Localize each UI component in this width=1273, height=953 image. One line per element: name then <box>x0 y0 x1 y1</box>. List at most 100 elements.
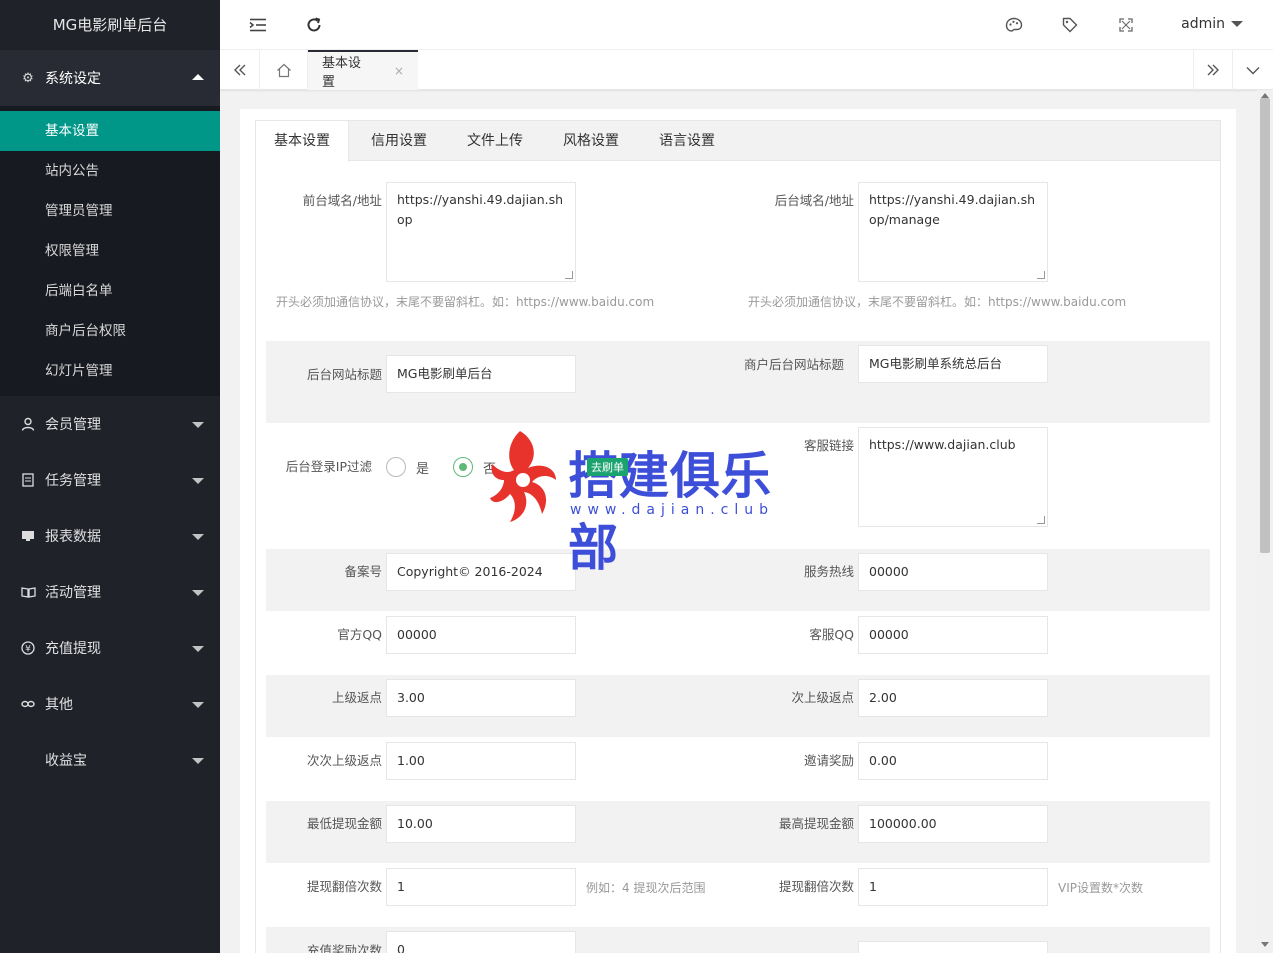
page-tab-bar: 基本设置 × <box>220 50 1273 90</box>
settings-tabs: 基本设置 信用设置 文件上传 风格设置 语言设置 <box>256 121 1220 162</box>
nav-reports[interactable]: 报表数据 <box>0 508 220 564</box>
svg-text:¥: ¥ <box>25 645 31 655</box>
radio-circle-selected <box>453 457 473 477</box>
sidebar-item-permissions[interactable]: 权限管理 <box>0 231 220 271</box>
radio-circle <box>386 457 406 477</box>
official-qq-input[interactable]: 00000 <box>386 616 576 654</box>
watermark-badge: 去刷单 <box>587 458 628 476</box>
nav-other[interactable]: 其他 <box>0 676 220 732</box>
nav-label: 充值提现 <box>45 641 101 657</box>
min-withdraw-label: 最低提现金额 <box>306 816 382 831</box>
nav-recharge-withdraw[interactable]: ¥ 充值提现 <box>0 620 220 676</box>
max-withdraw-input[interactable]: 100000.00 <box>858 805 1048 843</box>
front-domain-label: 前台域名/地址 <box>302 193 382 208</box>
withdraw-double-row: 提现翻倍次数 1 例如：4 提现次后范围 提现翻倍次数 1 VIP设置数*次数 <box>266 863 1210 927</box>
nav-label: 报表数据 <box>45 529 101 545</box>
menu-toggle-icon[interactable] <box>248 15 268 35</box>
nav-tasks[interactable]: 任务管理 <box>0 452 220 508</box>
chevron-up-icon <box>192 74 204 80</box>
level2-rebate-label: 次上级返点 <box>791 690 854 705</box>
watermark: 搭建俱乐部 www.dajian.club 去刷单 <box>490 428 790 577</box>
withdraw-double-label: 提现翻倍次数 <box>306 879 382 894</box>
user-name: admin <box>1181 16 1225 32</box>
chevron-down-icon <box>192 422 204 428</box>
ip-filter-yes-radio[interactable]: 是 <box>386 457 429 477</box>
nav-members[interactable]: 会员管理 <box>0 396 220 452</box>
front-domain-input[interactable]: https://yanshi.49.dajian.shop <box>386 182 576 282</box>
withdraw-double-vip-hint: VIP设置数*次数 <box>1058 881 1143 895</box>
chart-icon <box>20 528 36 544</box>
user-menu[interactable]: admin <box>1181 16 1243 32</box>
gear-icon: ⚙ <box>22 70 34 86</box>
tab-label: 基本设置 <box>322 56 362 90</box>
chevron-down-icon <box>192 590 204 596</box>
tabs-scroll-right-icon[interactable] <box>1193 50 1233 90</box>
scroll-thumb[interactable] <box>1260 98 1270 553</box>
sidebar-item-basic-settings[interactable]: 基本设置 <box>0 111 220 151</box>
level1-rebate-input[interactable]: 3.00 <box>386 679 576 717</box>
link-icon <box>20 696 36 712</box>
merchant-title-input[interactable]: MG电影刷单系统总后台 <box>858 345 1048 383</box>
level3-rebate-input[interactable]: 1.00 <box>386 742 576 780</box>
title-row: 后台网站标题 MG电影刷单后台 商户后台网站标题 MG电影刷单系统总后台 <box>266 341 1210 423</box>
tab-basic-settings[interactable]: 基本设置 × <box>308 50 418 90</box>
sidebar-item-merchant-permissions[interactable]: 商户后台权限 <box>0 311 220 351</box>
sidebar: MG电影刷单后台 ⚙ 系统设定 基本设置 站内公告 管理员管理 权限管理 后端白… <box>0 0 220 953</box>
sidebar-item-whitelist[interactable]: 后端白名单 <box>0 271 220 311</box>
sidebar-item-admins[interactable]: 管理员管理 <box>0 191 220 231</box>
recharge-reward-input[interactable]: 0 <box>386 931 576 953</box>
chevron-down-icon <box>192 646 204 652</box>
file-icon <box>20 472 36 488</box>
chevron-down-icon <box>192 478 204 484</box>
ip-filter-label: 后台登录IP过滤 <box>285 459 372 474</box>
nav-yield-treasure[interactable]: 收益宝 <box>0 732 220 788</box>
back-domain-input[interactable]: https://yanshi.49.dajian.shop/manage <box>858 182 1048 282</box>
page-scrollbar[interactable] <box>1257 90 1273 953</box>
service-link-input[interactable]: https://www.dajian.club <box>858 427 1048 527</box>
user-icon <box>20 416 36 432</box>
min-withdraw-input[interactable]: 10.00 <box>386 805 576 843</box>
back-domain-label: 后台域名/地址 <box>774 193 854 208</box>
watermark-logo <box>490 431 556 522</box>
sidebar-item-announcements[interactable]: 站内公告 <box>0 151 220 191</box>
sub-menu: 基本设置 站内公告 管理员管理 权限管理 后端白名单 商户后台权限 幻灯片管理 <box>0 106 220 396</box>
tab-file-upload[interactable]: 文件上传 <box>449 121 541 161</box>
level2-rebate-input[interactable]: 2.00 <box>858 679 1048 717</box>
chevron-down-icon <box>192 702 204 708</box>
nav-label: 活动管理 <box>45 585 101 601</box>
back-domain-hint: 开头必须加通信协议，末尾不要留斜杠。如：https://www.baidu.co… <box>748 295 1127 309</box>
withdraw-double-vip-label: 提现翻倍次数 <box>778 879 854 894</box>
service-qq-input[interactable]: 00000 <box>858 616 1048 654</box>
withdraw-double-input[interactable]: 1 <box>386 868 576 906</box>
invite-reward-input[interactable]: 0.00 <box>858 742 1048 780</box>
scroll-down-icon[interactable] <box>1261 942 1269 947</box>
tag-icon[interactable] <box>1060 15 1080 35</box>
book-icon <box>20 584 36 600</box>
hotline-input[interactable]: 00000 <box>858 553 1048 591</box>
top-header: admin <box>220 0 1273 50</box>
tabs-menu-chevron-down-icon[interactable] <box>1233 50 1273 90</box>
sidebar-item-slides[interactable]: 幻灯片管理 <box>0 351 220 391</box>
home-icon[interactable] <box>260 50 308 90</box>
tabs-scroll-left-icon[interactable] <box>220 50 260 90</box>
theme-palette-icon[interactable] <box>1004 15 1024 35</box>
close-icon[interactable]: × <box>394 64 404 78</box>
withdraw-double-vip-input[interactable]: 1 <box>858 868 1048 906</box>
tab-language[interactable]: 语言设置 <box>641 121 733 161</box>
fullscreen-icon[interactable] <box>1116 15 1136 35</box>
tab-credit[interactable]: 信用设置 <box>353 121 445 161</box>
icp-label: 备案号 <box>344 564 382 579</box>
nav-system-settings[interactable]: ⚙ 系统设定 <box>0 50 220 106</box>
recharge-reward-row: 充值奖励次数 0 <box>266 927 1210 953</box>
icp-input[interactable]: Copyright© 2016-2024 <box>386 553 576 591</box>
nav-activities[interactable]: 活动管理 <box>0 564 220 620</box>
refresh-icon[interactable] <box>304 15 324 35</box>
tab-style[interactable]: 风格设置 <box>545 121 637 161</box>
invite-reward-label: 邀请奖励 <box>803 753 854 768</box>
app-logo-title: MG电影刷单后台 <box>0 0 220 50</box>
service-qq-label: 客服QQ <box>809 627 854 642</box>
admin-title-input[interactable]: MG电影刷单后台 <box>386 355 576 393</box>
recharge-reward-right-input[interactable] <box>858 941 1048 953</box>
tab-basic[interactable]: 基本设置 <box>256 121 349 162</box>
nav-label: 收益宝 <box>45 753 87 769</box>
